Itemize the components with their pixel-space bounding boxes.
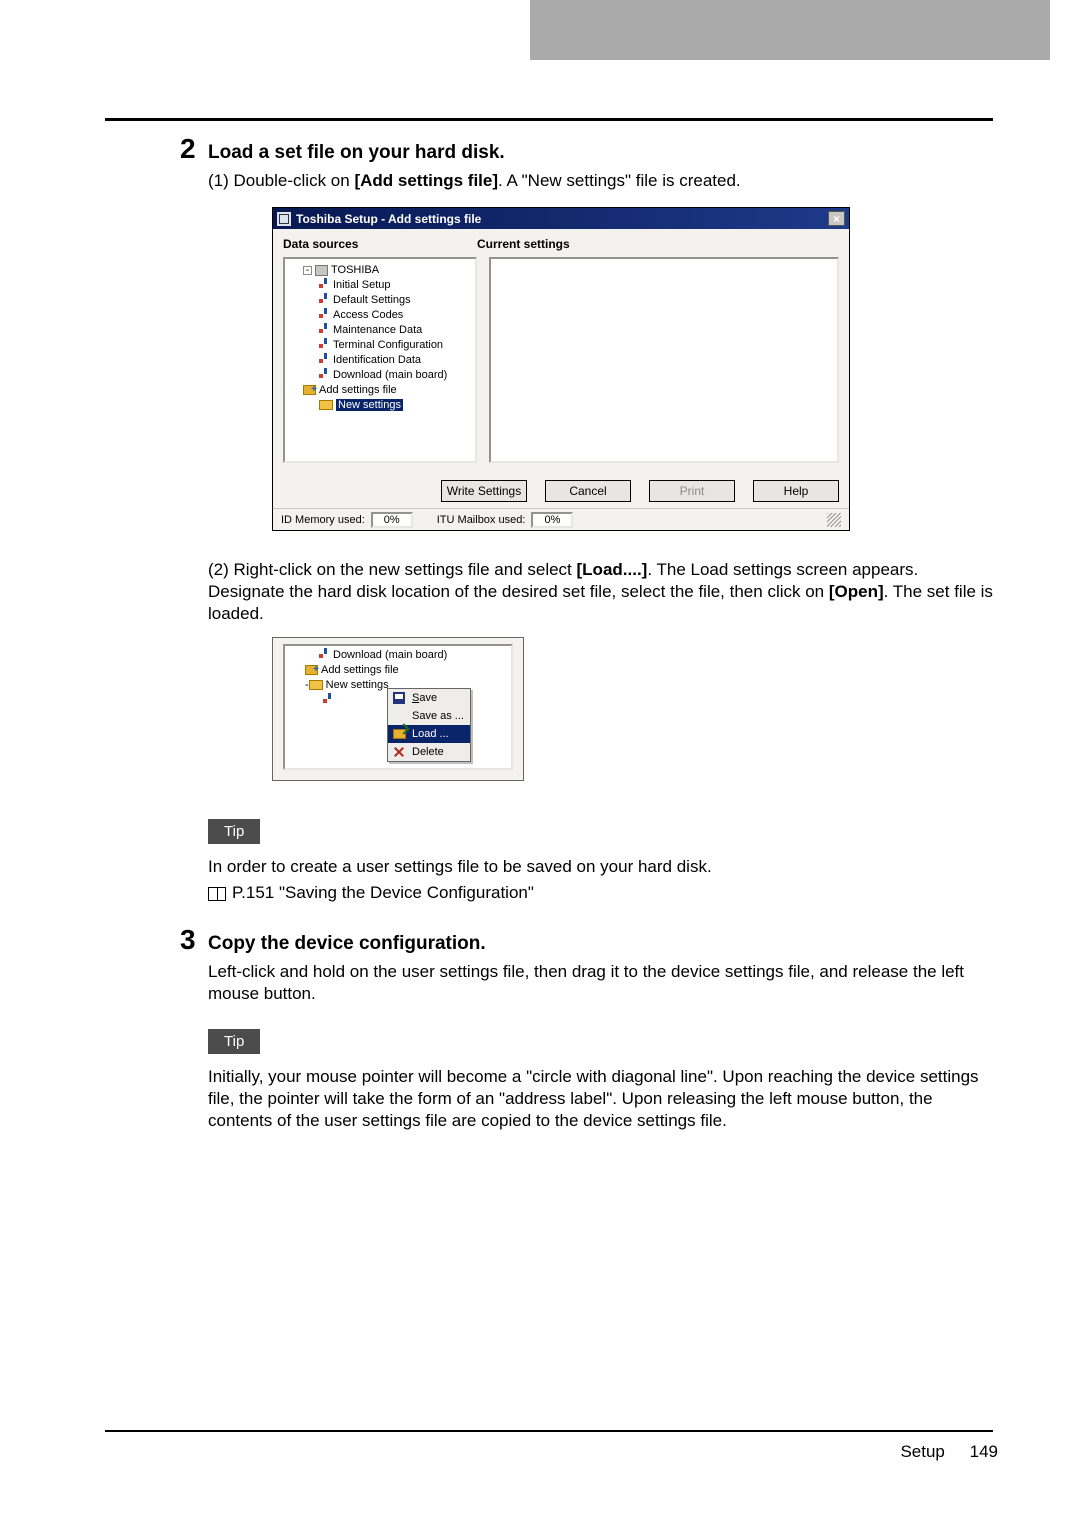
- app-icon: [277, 212, 291, 226]
- id-memory-label: ID Memory used:: [281, 514, 365, 526]
- tree-add-settings-file[interactable]: Add settings file: [319, 384, 397, 396]
- window-titlebar: Toshiba Setup - Add settings file ×: [273, 208, 849, 229]
- tree-item[interactable]: Terminal Configuration: [333, 339, 443, 351]
- menu-load[interactable]: Load ...: [388, 725, 470, 743]
- step-2-para2: (2) Right-click on the new settings file…: [208, 559, 996, 625]
- text: (1) Double-click on: [208, 171, 354, 190]
- id-memory-value: 0%: [371, 512, 413, 528]
- open-ref: [Open]: [829, 582, 884, 601]
- step-number-2: 2: [180, 133, 196, 165]
- open-folder-icon: [319, 400, 333, 410]
- add-folder-icon: [303, 385, 316, 395]
- book-icon: [208, 887, 226, 901]
- tip2-body: Initially, your mouse pointer will becom…: [208, 1066, 996, 1132]
- help-button[interactable]: Help: [753, 480, 839, 502]
- menu-delete[interactable]: Delete: [388, 743, 470, 761]
- screenshot-context-menu: Download (main board) Add settings file …: [272, 637, 524, 781]
- step-2: 2 Load a set file on your hard disk. (1)…: [208, 142, 996, 905]
- tree-item[interactable]: Maintenance Data: [333, 324, 422, 336]
- footer-rule: [105, 1430, 993, 1432]
- tree-item[interactable]: Access Codes: [333, 309, 403, 321]
- tip-badge: Tip: [208, 819, 260, 844]
- leaf-icon: [319, 293, 329, 303]
- leaf-icon: [323, 693, 333, 703]
- status-bar: ID Memory used: 0% ITU Mailbox used: 0%: [273, 508, 849, 530]
- screenshot-toshiba-setup: Toshiba Setup - Add settings file × Data…: [272, 207, 850, 531]
- current-settings-label: Current settings: [477, 237, 839, 251]
- leaf-icon: [319, 648, 329, 658]
- tree-item[interactable]: Download (main board): [333, 649, 447, 661]
- menu-load-label: Load ...: [412, 728, 449, 740]
- leaf-icon: [319, 368, 329, 378]
- step-2-para1: (1) Double-click on [Add settings file].…: [208, 170, 996, 192]
- open-icon: [393, 729, 406, 739]
- menu-delete-label: Delete: [412, 746, 444, 758]
- print-button: Print: [649, 480, 735, 502]
- page-footer: Setup 149: [900, 1442, 998, 1462]
- step-3-body: Left-click and hold on the user settings…: [208, 961, 996, 1005]
- step-3: 3 Copy the device configuration. Left-cl…: [208, 933, 996, 1132]
- step-2-title: Load a set file on your hard disk.: [208, 142, 996, 164]
- menu-save-as[interactable]: Save as ...: [388, 707, 470, 725]
- delete-icon: [393, 746, 405, 758]
- menu-save[interactable]: Save: [388, 689, 470, 707]
- data-sources-label: Data sources: [283, 237, 477, 251]
- tree-item[interactable]: Identification Data: [333, 354, 421, 366]
- leaf-icon: [319, 323, 329, 333]
- collapse-icon[interactable]: -: [303, 266, 312, 275]
- leaf-icon: [319, 278, 329, 288]
- window-title: Toshiba Setup - Add settings file: [296, 212, 828, 226]
- step-3-title: Copy the device configuration.: [208, 933, 996, 955]
- close-icon[interactable]: ×: [828, 211, 845, 226]
- text: (2) Right-click on the new settings file…: [208, 560, 577, 579]
- leaf-icon: [319, 308, 329, 318]
- tree-item[interactable]: Default Settings: [333, 294, 411, 306]
- open-folder-icon: [309, 680, 323, 690]
- computer-icon: [315, 265, 328, 276]
- leaf-icon: [319, 353, 329, 363]
- current-settings-view: [489, 257, 839, 463]
- context-menu[interactable]: Save Save as ... Load ... Delete: [387, 688, 471, 762]
- leaf-icon: [319, 338, 329, 348]
- resize-grip-icon[interactable]: [827, 513, 841, 527]
- menu-save-as-label: Save as ...: [412, 710, 464, 722]
- header-gray-block: [530, 0, 1050, 60]
- top-rule: [105, 118, 993, 121]
- tree-item[interactable]: Download (main board): [333, 369, 447, 381]
- cancel-button[interactable]: Cancel: [545, 480, 631, 502]
- step-number-3: 3: [180, 924, 196, 956]
- tree-root[interactable]: TOSHIBA: [331, 264, 379, 276]
- tip1-line: In order to create a user settings file …: [208, 856, 996, 878]
- save-icon: [393, 692, 405, 704]
- footer-section: Setup: [900, 1442, 944, 1461]
- tip1-ref-text: P.151 "Saving the Device Configuration": [232, 883, 534, 902]
- footer-page: 149: [970, 1442, 998, 1461]
- add-settings-file-ref: [Add settings file]: [354, 171, 498, 190]
- text: . A "New settings" file is created.: [498, 171, 741, 190]
- add-folder-icon: [305, 665, 318, 675]
- tip1-ref: P.151 "Saving the Device Configuration": [208, 882, 996, 904]
- tip-badge: Tip: [208, 1029, 260, 1054]
- tree-item[interactable]: Initial Setup: [333, 279, 390, 291]
- write-settings-button[interactable]: Write Settings: [441, 480, 527, 502]
- itu-mailbox-value: 0%: [531, 512, 573, 528]
- tree-new-settings-selected[interactable]: New settings: [326, 679, 389, 691]
- load-ref: [Load....]: [577, 560, 648, 579]
- data-sources-tree[interactable]: -TOSHIBA Initial Setup Default Settings …: [283, 257, 477, 463]
- tree-new-settings-selected[interactable]: New settings: [336, 399, 403, 411]
- itu-mailbox-label: ITU Mailbox used:: [437, 514, 526, 526]
- tree-add-settings-file[interactable]: Add settings file: [321, 664, 399, 676]
